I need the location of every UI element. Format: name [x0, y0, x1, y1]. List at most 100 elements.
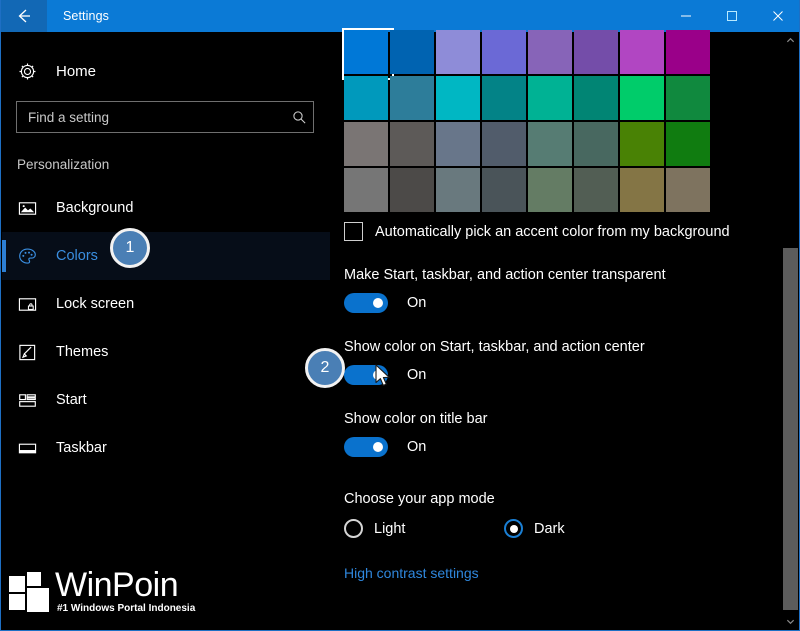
winpoin-watermark: WinPoin #1 Windows Portal Indonesia: [9, 568, 195, 616]
auto-accent-row[interactable]: Automatically pick an accent color from …: [344, 222, 774, 241]
accent-swatch[interactable]: [344, 122, 388, 166]
toggle-state-label: On: [407, 439, 427, 455]
taskbar-icon: [18, 439, 48, 458]
app-mode-option-dark[interactable]: Dark: [504, 519, 664, 538]
accent-swatch[interactable]: [390, 122, 434, 166]
sidebar-nav-list: Background Colors Lock screen Themes Sta…: [2, 184, 330, 472]
sidebar-item-background[interactable]: Background: [2, 184, 330, 232]
search-input[interactable]: [17, 109, 285, 125]
accent-swatch[interactable]: [436, 122, 480, 166]
swatch-row: [344, 168, 712, 214]
auto-accent-label: Automatically pick an accent color from …: [375, 223, 730, 240]
search-icon: [285, 110, 313, 125]
accent-swatch[interactable]: [574, 168, 618, 212]
accent-swatch[interactable]: [390, 76, 434, 120]
accent-swatch[interactable]: [574, 76, 618, 120]
transparency-toggle[interactable]: [344, 293, 388, 313]
accent-color-grid: [342, 28, 712, 214]
watermark-tagline: #1 Windows Portal Indonesia: [57, 603, 196, 614]
vertical-scrollbar[interactable]: [783, 32, 798, 630]
search-box[interactable]: [16, 101, 314, 133]
maximize-button[interactable]: [709, 0, 755, 32]
accent-swatch[interactable]: [436, 168, 480, 212]
sidebar-item-label: Start: [56, 392, 87, 408]
accent-swatch[interactable]: [666, 76, 710, 120]
accent-swatch[interactable]: [390, 168, 434, 212]
setting-title: Show color on Start, taskbar, and action…: [344, 339, 645, 355]
accent-swatch[interactable]: [528, 76, 572, 120]
sidebar-item-label: Themes: [56, 344, 109, 360]
accent-swatch[interactable]: [344, 168, 388, 212]
setting-transparency: Make Start, taskbar, and action center t…: [344, 267, 774, 313]
toggle-state-label: On: [407, 367, 427, 383]
accent-swatch[interactable]: [482, 30, 526, 74]
accent-swatch[interactable]: [666, 122, 710, 166]
back-button[interactable]: [1, 0, 47, 32]
sidebar-item-start[interactable]: Start: [2, 376, 330, 424]
swatch-row: [344, 76, 712, 122]
callout-badge-2: 2: [305, 348, 345, 388]
swatch-row: [342, 28, 712, 80]
accent-swatch[interactable]: [620, 168, 664, 212]
setting-show-color-start: Show color on Start, taskbar, and action…: [344, 339, 774, 385]
main-pane: Automatically pick an accent color from …: [330, 28, 785, 630]
show-color-titlebar-toggle[interactable]: [344, 437, 388, 457]
chevron-down-icon: [786, 613, 795, 631]
swatch-row: [344, 122, 712, 168]
accent-swatch[interactable]: [482, 122, 526, 166]
accent-swatch[interactable]: [528, 168, 572, 212]
close-button[interactable]: [755, 0, 799, 32]
accent-swatch[interactable]: [344, 76, 388, 120]
accent-swatch[interactable]: [574, 30, 618, 74]
title-bar: Settings: [1, 0, 799, 32]
brush-icon: [18, 343, 48, 362]
sidebar-item-taskbar[interactable]: Taskbar: [2, 424, 330, 472]
minimize-button[interactable]: [663, 0, 709, 32]
scrollbar-thumb[interactable]: [783, 248, 798, 610]
accent-swatch[interactable]: [574, 122, 618, 166]
accent-swatch[interactable]: [390, 30, 434, 74]
gear-icon: [18, 62, 48, 81]
auto-accent-checkbox[interactable]: [344, 222, 363, 241]
accent-swatch[interactable]: [666, 30, 710, 74]
toggle-row[interactable]: On: [344, 293, 774, 313]
sidebar-item-lock-screen[interactable]: Lock screen: [2, 280, 330, 328]
accent-swatch[interactable]: [528, 122, 572, 166]
light-radio[interactable]: [344, 519, 363, 538]
accent-swatch[interactable]: [620, 76, 664, 120]
sidebar-item-label: Colors: [56, 248, 98, 264]
high-contrast-settings-link[interactable]: High contrast settings: [344, 565, 774, 581]
start-tiles-icon: [18, 391, 48, 410]
sidebar: Home Personalization: [2, 32, 330, 630]
accent-swatch[interactable]: [436, 76, 480, 120]
sidebar-item-label: Background: [56, 200, 134, 216]
accent-swatch[interactable]: [620, 122, 664, 166]
palette-icon: [18, 247, 48, 266]
sidebar-item-colors[interactable]: Colors: [2, 232, 330, 280]
maximize-icon: [726, 10, 738, 22]
sidebar-item-home[interactable]: Home: [2, 51, 330, 91]
radio-label: Dark: [534, 520, 565, 537]
app-mode-title: Choose your app mode: [344, 491, 495, 507]
accent-swatch[interactable]: [666, 168, 710, 212]
sidebar-home-label: Home: [56, 62, 97, 80]
scroll-up-button[interactable]: [783, 32, 798, 49]
toggle-row[interactable]: On: [344, 365, 774, 385]
dark-radio[interactable]: [504, 519, 523, 538]
sidebar-item-label: Taskbar: [56, 440, 107, 456]
accent-swatch[interactable]: [482, 168, 526, 212]
accent-swatch[interactable]: [342, 28, 394, 80]
app-mode-options: Light Dark: [344, 519, 774, 538]
app-mode-option-light[interactable]: Light: [344, 519, 504, 538]
accent-swatch[interactable]: [436, 30, 480, 74]
sidebar-category-label: Personalization: [17, 157, 110, 172]
toggle-row[interactable]: On: [344, 437, 774, 457]
scroll-down-button[interactable]: [783, 613, 798, 630]
sidebar-item-themes[interactable]: Themes: [2, 328, 330, 376]
radio-label: Light: [374, 520, 406, 537]
accent-swatch[interactable]: [528, 30, 572, 74]
show-color-start-toggle[interactable]: [344, 365, 388, 385]
accent-swatch[interactable]: [620, 30, 664, 74]
toggle-knob: [373, 370, 383, 380]
accent-swatch[interactable]: [482, 76, 526, 120]
